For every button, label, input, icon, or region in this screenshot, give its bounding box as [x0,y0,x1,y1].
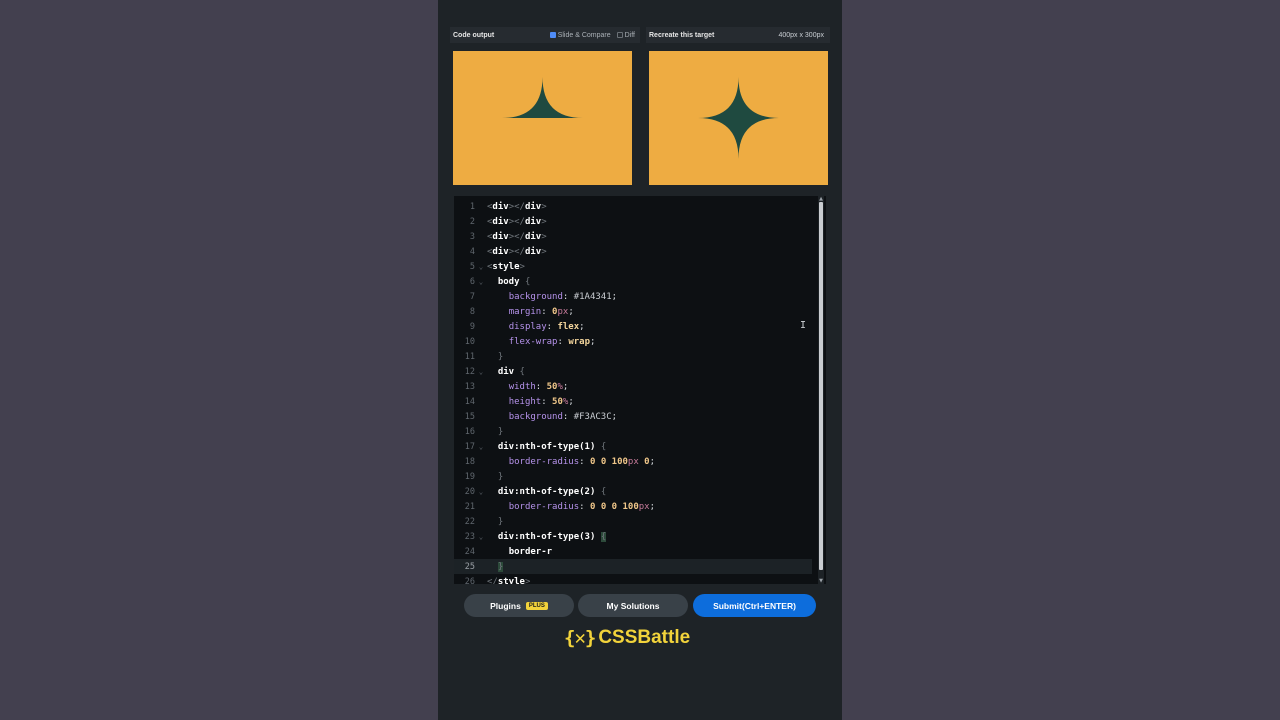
line-number: 15 [464,411,475,422]
code-line[interactable]: 11 } [454,349,812,364]
target-shape-svg [698,77,779,159]
right-backdrop [842,0,1280,720]
code-line[interactable]: 12 ⌄ div { [454,364,812,379]
editor-scroll-thumb[interactable] [819,202,823,570]
cssbattle-logo-icon: {✕} [564,627,596,649]
code-line[interactable]: 14 height: 50%; [454,394,812,409]
code-line[interactable]: 26 </style> [454,574,812,585]
code-line[interactable]: 1 <div></div> [454,199,812,214]
code-line[interactable]: 19 } [454,469,812,484]
code-line[interactable]: 22 } [454,514,812,529]
line-number: 3 [469,231,475,242]
diff-toggle[interactable]: Diff [616,31,635,39]
fold-icon[interactable]: ⌄ [475,368,487,376]
line-number: 4 [469,246,475,257]
code-output-preview[interactable] [453,51,632,185]
code-line[interactable]: 16 } [454,424,812,439]
line-number: 19 [464,471,475,482]
half-star-shape [502,77,583,118]
line-number: 8 [469,306,475,317]
code-line[interactable]: 20 ⌄ div:nth-of-type(2) { [454,484,812,499]
line-number: 18 [464,456,475,467]
target-preview [649,51,828,185]
scroll-up-arrow-icon[interactable]: ▲ [818,196,824,202]
cssbattle-brand: {✕} CSSBattle [564,624,724,652]
code-line[interactable]: 13 width: 50%; [454,379,812,394]
checkbox-checked-icon[interactable] [549,32,556,38]
output-shape-svg [502,77,583,118]
line-number: 7 [469,291,475,302]
code-line[interactable]: 8 margin: 0px; [454,304,812,319]
line-number: 16 [464,426,475,437]
submit-button[interactable]: Submit(Ctrl+ENTER) [693,594,816,617]
plus-badge: PLUS [525,601,548,610]
line-number: 23 [464,531,475,542]
code-line[interactable]: 5 ⌄ <style> [454,259,812,274]
line-number: 6 [469,276,475,287]
line-number: 5 [469,261,475,272]
code-line[interactable]: 2 <div></div> [454,214,812,229]
ibeam-cursor-icon: I [800,320,807,331]
line-number: 2 [469,216,475,227]
code-output-title: Code output [453,31,495,39]
submit-label: Submit(Ctrl+ENTER) [713,600,796,611]
my-solutions-button[interactable]: My Solutions [578,594,688,617]
line-number: 25 [464,561,475,572]
cssbattle-panel: Code output Slide & Compare Diff Recreat… [438,0,842,720]
plugins-button[interactable]: Plugins PLUS [464,594,574,617]
line-number: 26 [464,576,475,585]
line-number: 17 [464,441,475,452]
brand-name: CSSBattle [598,627,691,648]
diff-label: Diff [624,31,635,39]
code-line[interactable]: 18 border-radius: 0 0 100px 0; [454,454,812,469]
checkbox-unchecked-icon[interactable] [616,32,623,38]
my-solutions-label: My Solutions [606,600,660,611]
line-number: 1 [469,201,475,212]
code-line[interactable]: 4 <div></div> [454,244,812,259]
code-line[interactable]: 3 <div></div> [454,229,812,244]
fold-icon[interactable]: ⌄ [475,533,487,541]
code-line[interactable]: 15 background: #F3AC3C; [454,409,812,424]
line-number: 22 [464,516,475,527]
scroll-down-arrow-icon[interactable]: ▼ [818,578,824,584]
code-line-active[interactable]: 25 } [454,559,812,574]
line-number: 10 [464,336,475,347]
code-line[interactable]: 6 ⌄ body { [454,274,812,289]
code-output-header: Code output Slide & Compare Diff [450,27,640,43]
line-number: 13 [464,381,475,392]
fold-icon[interactable]: ⌄ [475,443,487,451]
line-number: 14 [464,396,475,407]
line-number: 12 [464,366,475,377]
code-line[interactable]: 9 display: flex; [454,319,812,334]
code-line[interactable]: 17 ⌄ div:nth-of-type(1) { [454,439,812,454]
left-backdrop [0,0,438,720]
slide-compare-toggle[interactable]: Slide & Compare [549,31,611,39]
slide-compare-label: Slide & Compare [557,31,611,39]
line-number: 24 [464,546,475,557]
target-dimensions: 400px x 300px [778,31,824,39]
code-line[interactable]: 23 ⌄ div:nth-of-type(3) { [454,529,812,544]
code-line[interactable]: 21 border-radius: 0 0 0 100px; [454,499,812,514]
fold-icon[interactable]: ⌄ [475,488,487,496]
preview-divider[interactable] [640,43,646,189]
fold-icon[interactable]: ⌄ [475,278,487,286]
line-number: 20 [464,486,475,497]
code-editor[interactable]: 1 <div></div> 2 <div></div> 3 <div></div… [454,196,826,584]
fold-icon[interactable]: ⌄ [475,263,487,271]
code-line[interactable]: 7 background: #1A4341; [454,289,812,304]
target-title: Recreate this target [649,31,715,39]
code-line[interactable]: 24 border-r [454,544,812,559]
line-number: 9 [469,321,475,332]
target-header: Recreate this target 400px x 300px [646,27,830,43]
line-number: 21 [464,501,475,512]
code-line[interactable]: 10 flex-wrap: wrap; [454,334,812,349]
plugins-label: Plugins [490,600,521,611]
four-point-star-shape [698,77,779,159]
line-number: 11 [464,351,475,362]
